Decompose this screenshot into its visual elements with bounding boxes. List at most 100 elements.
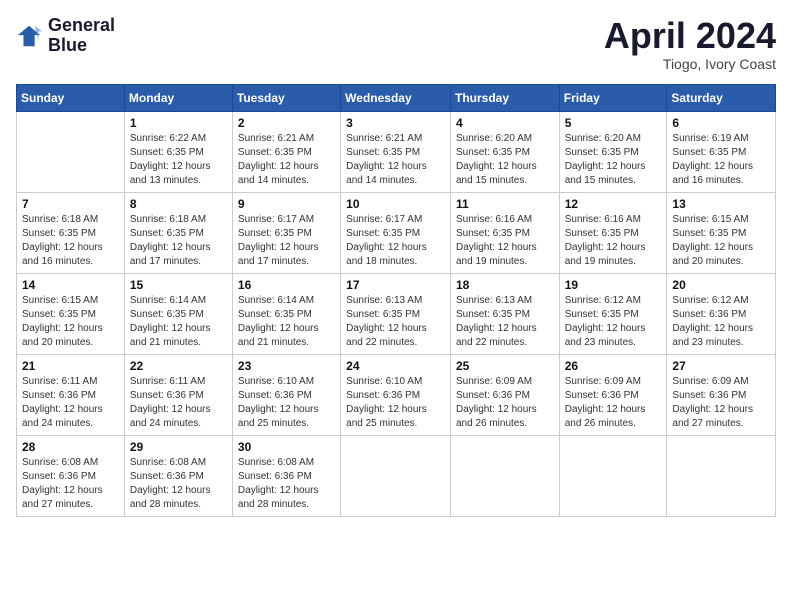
- day-number: 16: [238, 278, 335, 292]
- day-info: Sunrise: 6:15 AM Sunset: 6:35 PM Dayligh…: [22, 294, 119, 350]
- day-info: Sunrise: 6:16 AM Sunset: 6:35 PM Dayligh…: [565, 213, 662, 269]
- day-info: Sunrise: 6:17 AM Sunset: 6:35 PM Dayligh…: [238, 213, 335, 269]
- calendar-week-row: 7 Sunrise: 6:18 AM Sunset: 6:35 PM Daylig…: [17, 192, 776, 273]
- calendar-cell: 30 Sunrise: 6:08 AM Sunset: 6:36 PM Dayli…: [232, 435, 340, 516]
- day-info: Sunrise: 6:13 AM Sunset: 6:35 PM Dayligh…: [456, 294, 554, 350]
- page-header: General Blue April 2024 Tiogo, Ivory Coa…: [16, 16, 776, 72]
- day-info: Sunrise: 6:21 AM Sunset: 6:35 PM Dayligh…: [238, 132, 335, 188]
- day-number: 3: [346, 116, 445, 130]
- day-number: 12: [565, 197, 662, 211]
- calendar-cell: [667, 435, 776, 516]
- day-info: Sunrise: 6:12 AM Sunset: 6:35 PM Dayligh…: [565, 294, 662, 350]
- calendar-cell: 6Sunrise: 6:19 AM Sunset: 6:35 PM Daylig…: [667, 111, 776, 192]
- day-info: Sunrise: 6:18 AM Sunset: 6:35 PM Dayligh…: [22, 213, 119, 269]
- day-number: 26: [565, 359, 662, 373]
- calendar-header: SundayMondayTuesdayWednesdayThursdayFrid…: [17, 84, 776, 111]
- logo-icon: [16, 22, 44, 50]
- day-info: Sunrise: 6:10 AM Sunset: 6:36 PM Dayligh…: [346, 375, 445, 431]
- calendar-week-row: 14 Sunrise: 6:15 AM Sunset: 6:35 PM Dayli…: [17, 273, 776, 354]
- day-info: Sunrise: 6:08 AM Sunset: 6:36 PM Dayligh…: [130, 456, 227, 512]
- calendar-cell: 29 Sunrise: 6:08 AM Sunset: 6:36 PM Dayli…: [124, 435, 232, 516]
- logo-text: General Blue: [48, 16, 115, 56]
- calendar-cell: 24 Sunrise: 6:10 AM Sunset: 6:36 PM Dayli…: [341, 354, 451, 435]
- calendar-cell: 11 Sunrise: 6:16 AM Sunset: 6:35 PM Dayli…: [450, 192, 559, 273]
- day-number: 10: [346, 197, 445, 211]
- day-number: 4: [456, 116, 554, 130]
- day-number: 27: [672, 359, 770, 373]
- weekday-row: SundayMondayTuesdayWednesdayThursdayFrid…: [17, 84, 776, 111]
- calendar-cell: 10 Sunrise: 6:17 AM Sunset: 6:35 PM Dayli…: [341, 192, 451, 273]
- weekday-header: Thursday: [450, 84, 559, 111]
- calendar-cell: 25Sunrise: 6:09 AM Sunset: 6:36 PM Dayli…: [450, 354, 559, 435]
- day-info: Sunrise: 6:09 AM Sunset: 6:36 PM Dayligh…: [672, 375, 770, 431]
- logo: General Blue: [16, 16, 115, 56]
- weekday-header: Friday: [559, 84, 667, 111]
- calendar-cell: 16 Sunrise: 6:14 AM Sunset: 6:35 PM Dayli…: [232, 273, 340, 354]
- day-number: 6: [672, 116, 770, 130]
- calendar-cell: 7 Sunrise: 6:18 AM Sunset: 6:35 PM Daylig…: [17, 192, 125, 273]
- day-number: 7: [22, 197, 119, 211]
- calendar-cell: 2 Sunrise: 6:21 AM Sunset: 6:35 PM Daylig…: [232, 111, 340, 192]
- calendar-cell: 9 Sunrise: 6:17 AM Sunset: 6:35 PM Daylig…: [232, 192, 340, 273]
- day-number: 30: [238, 440, 335, 454]
- day-number: 28: [22, 440, 119, 454]
- calendar-cell: 5 Sunrise: 6:20 AM Sunset: 6:35 PM Daylig…: [559, 111, 667, 192]
- calendar-cell: 14 Sunrise: 6:15 AM Sunset: 6:35 PM Dayli…: [17, 273, 125, 354]
- calendar-cell: 13Sunrise: 6:15 AM Sunset: 6:35 PM Dayli…: [667, 192, 776, 273]
- calendar-cell: 15Sunrise: 6:14 AM Sunset: 6:35 PM Dayli…: [124, 273, 232, 354]
- day-number: 20: [672, 278, 770, 292]
- calendar-cell: 21Sunrise: 6:11 AM Sunset: 6:36 PM Dayli…: [17, 354, 125, 435]
- day-info: Sunrise: 6:09 AM Sunset: 6:36 PM Dayligh…: [565, 375, 662, 431]
- day-info: Sunrise: 6:20 AM Sunset: 6:35 PM Dayligh…: [565, 132, 662, 188]
- calendar-cell: [559, 435, 667, 516]
- day-info: Sunrise: 6:22 AM Sunset: 6:35 PM Dayligh…: [130, 132, 227, 188]
- calendar-cell: 22Sunrise: 6:11 AM Sunset: 6:36 PM Dayli…: [124, 354, 232, 435]
- day-info: Sunrise: 6:16 AM Sunset: 6:35 PM Dayligh…: [456, 213, 554, 269]
- day-number: 2: [238, 116, 335, 130]
- calendar-cell: 18 Sunrise: 6:13 AM Sunset: 6:35 PM Dayli…: [450, 273, 559, 354]
- day-info: Sunrise: 6:13 AM Sunset: 6:35 PM Dayligh…: [346, 294, 445, 350]
- location-subtitle: Tiogo, Ivory Coast: [604, 56, 776, 72]
- title-block: April 2024 Tiogo, Ivory Coast: [604, 16, 776, 72]
- day-info: Sunrise: 6:11 AM Sunset: 6:36 PM Dayligh…: [130, 375, 227, 431]
- calendar-body: 1 Sunrise: 6:22 AM Sunset: 6:35 PM Daylig…: [17, 111, 776, 516]
- day-number: 24: [346, 359, 445, 373]
- day-number: 11: [456, 197, 554, 211]
- day-info: Sunrise: 6:10 AM Sunset: 6:36 PM Dayligh…: [238, 375, 335, 431]
- day-number: 18: [456, 278, 554, 292]
- day-number: 25: [456, 359, 554, 373]
- calendar-cell: 3 Sunrise: 6:21 AM Sunset: 6:35 PM Daylig…: [341, 111, 451, 192]
- day-number: 1: [130, 116, 227, 130]
- calendar-cell: 20 Sunrise: 6:12 AM Sunset: 6:36 PM Dayli…: [667, 273, 776, 354]
- calendar-cell: [450, 435, 559, 516]
- calendar-week-row: 21Sunrise: 6:11 AM Sunset: 6:36 PM Dayli…: [17, 354, 776, 435]
- day-number: 29: [130, 440, 227, 454]
- day-info: Sunrise: 6:21 AM Sunset: 6:35 PM Dayligh…: [346, 132, 445, 188]
- day-info: Sunrise: 6:18 AM Sunset: 6:35 PM Dayligh…: [130, 213, 227, 269]
- weekday-header: Saturday: [667, 84, 776, 111]
- calendar-cell: [341, 435, 451, 516]
- day-number: 5: [565, 116, 662, 130]
- day-number: 23: [238, 359, 335, 373]
- day-info: Sunrise: 6:14 AM Sunset: 6:35 PM Dayligh…: [238, 294, 335, 350]
- calendar-week-row: 1 Sunrise: 6:22 AM Sunset: 6:35 PM Daylig…: [17, 111, 776, 192]
- calendar-table: SundayMondayTuesdayWednesdayThursdayFrid…: [16, 84, 776, 517]
- day-number: 9: [238, 197, 335, 211]
- day-number: 13: [672, 197, 770, 211]
- day-info: Sunrise: 6:17 AM Sunset: 6:35 PM Dayligh…: [346, 213, 445, 269]
- calendar-cell: 19 Sunrise: 6:12 AM Sunset: 6:35 PM Dayli…: [559, 273, 667, 354]
- day-info: Sunrise: 6:20 AM Sunset: 6:35 PM Dayligh…: [456, 132, 554, 188]
- day-number: 14: [22, 278, 119, 292]
- calendar-cell: 12 Sunrise: 6:16 AM Sunset: 6:35 PM Dayli…: [559, 192, 667, 273]
- calendar-cell: [17, 111, 125, 192]
- month-title: April 2024: [604, 16, 776, 56]
- day-number: 19: [565, 278, 662, 292]
- calendar-cell: 4 Sunrise: 6:20 AM Sunset: 6:35 PM Daylig…: [450, 111, 559, 192]
- day-info: Sunrise: 6:11 AM Sunset: 6:36 PM Dayligh…: [22, 375, 119, 431]
- weekday-header: Tuesday: [232, 84, 340, 111]
- calendar-cell: 27 Sunrise: 6:09 AM Sunset: 6:36 PM Dayli…: [667, 354, 776, 435]
- weekday-header: Monday: [124, 84, 232, 111]
- day-info: Sunrise: 6:08 AM Sunset: 6:36 PM Dayligh…: [238, 456, 335, 512]
- calendar-cell: 1 Sunrise: 6:22 AM Sunset: 6:35 PM Daylig…: [124, 111, 232, 192]
- day-info: Sunrise: 6:12 AM Sunset: 6:36 PM Dayligh…: [672, 294, 770, 350]
